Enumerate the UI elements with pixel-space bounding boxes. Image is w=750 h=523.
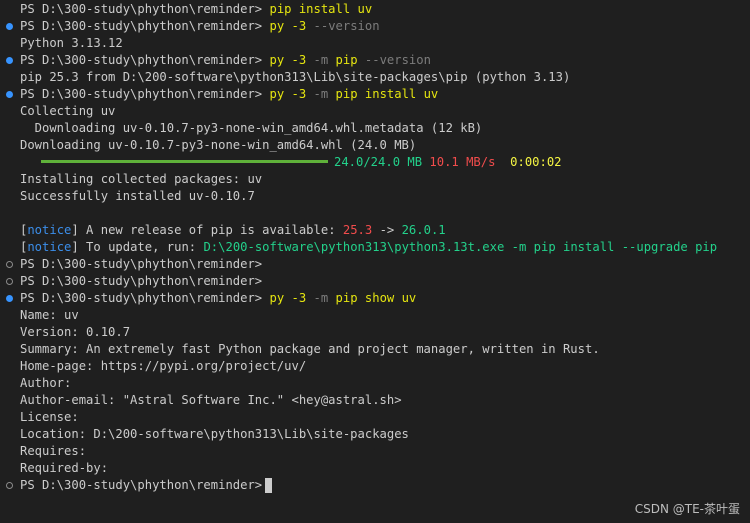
upgrade-command[interactable]: D:\200-software\python313\python3.13t.ex… bbox=[203, 240, 717, 254]
command-argument: --version bbox=[364, 53, 431, 67]
terminal-line: PS D:\300-study\phython\reminder> py -3 … bbox=[0, 86, 750, 103]
output-text: Version: 0.10.7 bbox=[20, 325, 131, 339]
notice-bracket: ] bbox=[71, 223, 79, 237]
terminal-line: [notice] A new release of pip is availab… bbox=[0, 222, 750, 239]
pip-new-version: 26.0.1 bbox=[401, 223, 446, 237]
notice-bracket: ] bbox=[71, 240, 79, 254]
terminal-line: PS D:\300-study\phython\reminder> py -3 … bbox=[0, 18, 750, 35]
pip-old-version: 25.3 bbox=[342, 223, 373, 237]
terminal-line: PS D:\300-study\phython\reminder> bbox=[0, 477, 750, 494]
terminal-line: [notice] To update, run: D:\200-software… bbox=[0, 239, 750, 256]
notice-text: To update, run: bbox=[78, 240, 204, 254]
terminal-line: Author-email: "Astral Software Inc." <he… bbox=[0, 392, 750, 409]
prompt: PS D:\300-study\phython\reminder> bbox=[20, 2, 270, 16]
download-speed: 10.1 MB/s bbox=[429, 155, 496, 169]
watermark: CSDN @TE-茶叶蛋 bbox=[634, 502, 740, 516]
command-text: py -3 bbox=[269, 53, 314, 67]
output-text: Successfully installed uv-0.10.7 bbox=[20, 189, 255, 203]
command-empty-decoration-icon[interactable] bbox=[6, 482, 13, 489]
terminal-line: PS D:\300-study\phython\reminder> pip in… bbox=[0, 1, 750, 18]
output-text: Summary: An extremely fast Python packag… bbox=[20, 342, 600, 356]
notice-arrow: -> bbox=[372, 223, 402, 237]
output-text: Installing collected packages: uv bbox=[20, 172, 263, 186]
terminal-line: PS D:\300-study\phython\reminder> py -3 … bbox=[0, 52, 750, 69]
notice-tag: notice bbox=[27, 223, 72, 237]
command-success-decoration-icon[interactable] bbox=[6, 23, 13, 30]
terminal-line: pip 25.3 from D:\200-software\python313\… bbox=[0, 69, 750, 86]
command-success-decoration-icon[interactable] bbox=[6, 295, 13, 302]
terminal-line: Successfully installed uv-0.10.7 bbox=[0, 188, 750, 205]
terminal-line: PS D:\300-study\phython\reminder> bbox=[0, 256, 750, 273]
output-text: Requires: bbox=[20, 444, 87, 458]
output-text: pip 25.3 from D:\200-software\python313\… bbox=[20, 70, 571, 84]
output-text: Collecting uv bbox=[20, 104, 116, 118]
prompt: PS D:\300-study\phython\reminder> bbox=[20, 53, 270, 67]
output-text: License: bbox=[20, 410, 79, 424]
command-text: pip install uv bbox=[328, 87, 439, 101]
terminal-line: License: bbox=[0, 409, 750, 426]
output-text: Downloading uv-0.10.7-py3-none-win_amd64… bbox=[20, 121, 483, 135]
command-text: pip show uv bbox=[328, 291, 417, 305]
command-success-decoration-icon[interactable] bbox=[6, 91, 13, 98]
terminal-line: Downloading uv-0.10.7-py3-none-win_amd64… bbox=[0, 120, 750, 137]
command-text: py -3 bbox=[269, 19, 314, 33]
terminal-line: 24.0/24.0 MB 10.1 MB/s 0:00:02 bbox=[0, 154, 750, 171]
terminal-line: Collecting uv bbox=[0, 103, 750, 120]
output-text: Author: bbox=[20, 376, 72, 390]
command-text: py -3 bbox=[269, 87, 314, 101]
prompt: PS D:\300-study\phython\reminder> bbox=[20, 87, 270, 101]
download-eta: 0:00:02 bbox=[510, 155, 562, 169]
output-text: Downloading uv-0.10.7-py3-none-win_amd64… bbox=[20, 138, 417, 152]
notice-tag: notice bbox=[27, 240, 72, 254]
text-cursor[interactable] bbox=[265, 478, 273, 493]
output-text: Required-by: bbox=[20, 461, 109, 475]
command-text: pip install uv bbox=[269, 2, 373, 16]
download-progress-bar bbox=[41, 160, 328, 163]
terminal-line: Python 3.13.12 bbox=[0, 35, 750, 52]
command-flag: -m bbox=[313, 291, 329, 305]
prompt: PS D:\300-study\phython\reminder> bbox=[20, 291, 270, 305]
command-success-decoration-icon[interactable] bbox=[6, 57, 13, 64]
prompt: PS D:\300-study\phython\reminder> bbox=[20, 478, 263, 492]
command-flag: -m bbox=[313, 87, 329, 101]
terminal-line: PS D:\300-study\phython\reminder> py -3 … bbox=[0, 290, 750, 307]
command-argument: --version bbox=[313, 19, 380, 33]
terminal-line: Name: uv bbox=[0, 307, 750, 324]
command-text: py -3 bbox=[269, 291, 314, 305]
output-text: Name: uv bbox=[20, 308, 79, 322]
terminal-line: Home-page: https://pypi.org/project/uv/ bbox=[0, 358, 750, 375]
output-text: Author-email: "Astral Software Inc." <he… bbox=[20, 393, 402, 407]
terminal-line: Requires: bbox=[0, 443, 750, 460]
terminal-line: Installing collected packages: uv bbox=[0, 171, 750, 188]
terminal-output[interactable]: PS D:\300-study\phython\reminder> pip in… bbox=[0, 1, 750, 494]
download-size: 24.0/24.0 MB bbox=[334, 155, 423, 169]
terminal-line: Summary: An extremely fast Python packag… bbox=[0, 341, 750, 358]
command-flag: -m bbox=[313, 53, 329, 67]
terminal-line: Author: bbox=[0, 375, 750, 392]
command-empty-decoration-icon[interactable] bbox=[6, 261, 13, 268]
prompt: PS D:\300-study\phython\reminder> bbox=[20, 257, 263, 271]
terminal-line: Version: 0.10.7 bbox=[0, 324, 750, 341]
notice-text: A new release of pip is available: bbox=[78, 223, 343, 237]
command-empty-decoration-icon[interactable] bbox=[6, 278, 13, 285]
prompt: PS D:\300-study\phython\reminder> bbox=[20, 274, 263, 288]
terminal-line: Required-by: bbox=[0, 460, 750, 477]
terminal-line: Location: D:\200-software\python313\Lib\… bbox=[0, 426, 750, 443]
output-text: Home-page: https://pypi.org/project/uv/ bbox=[20, 359, 307, 373]
output-text: Python 3.13.12 bbox=[20, 36, 123, 50]
prompt: PS D:\300-study\phython\reminder> bbox=[20, 19, 270, 33]
command-text: pip bbox=[328, 53, 365, 67]
terminal-line: PS D:\300-study\phython\reminder> bbox=[0, 273, 750, 290]
output-text: Location: D:\200-software\python313\Lib\… bbox=[20, 427, 409, 441]
terminal-line: Downloading uv-0.10.7-py3-none-win_amd64… bbox=[0, 137, 750, 154]
